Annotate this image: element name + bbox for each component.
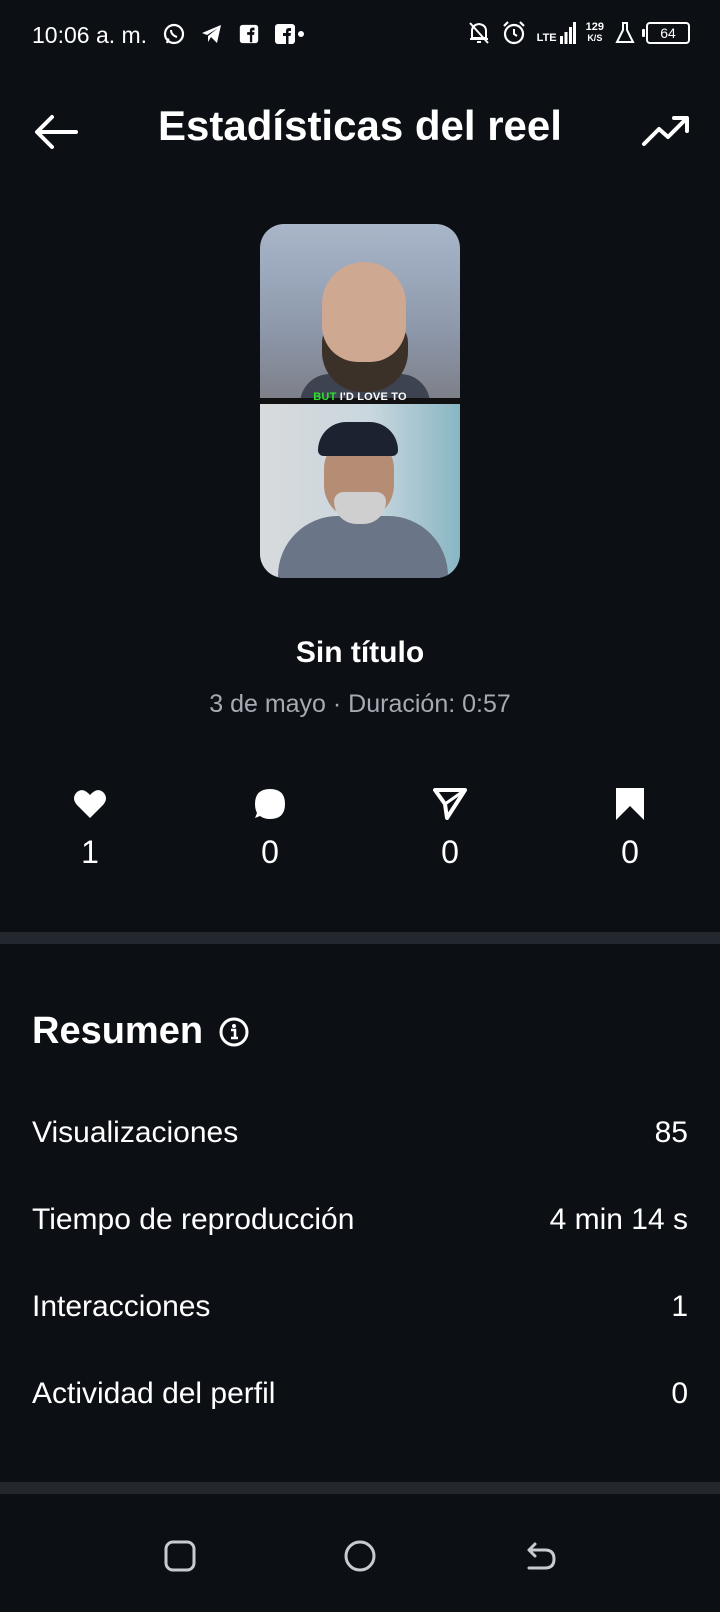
row-value: 4 min 14 s — [549, 1203, 688, 1236]
row-value: 0 — [671, 1377, 688, 1410]
shares-stat: 0 — [410, 786, 490, 871]
row-value: 1 — [671, 1290, 688, 1323]
caption-highlight: BUT — [313, 391, 337, 403]
row-label: Interacciones — [32, 1290, 211, 1323]
recent-apps-icon — [164, 1540, 196, 1572]
section-divider — [0, 1482, 720, 1494]
trend-button[interactable] — [640, 106, 692, 158]
telegram-icon — [202, 25, 221, 43]
engagement-stats: 1 0 0 0 — [0, 786, 720, 896]
status-bar: 10:06 a. m. LTE 129 K/S 64 — [0, 0, 720, 72]
row-label: Actividad del perfil — [32, 1377, 276, 1410]
facebook-dot-icon — [275, 24, 304, 44]
heart-icon — [74, 790, 106, 818]
video-caption: BUT I'D LOVE TO — [260, 391, 460, 403]
system-nav-bar — [0, 1496, 720, 1612]
network-type: LTE — [536, 32, 557, 44]
recent-apps-button[interactable] — [158, 1534, 202, 1578]
person-cap — [318, 422, 398, 456]
likes-stat: 1 — [50, 786, 130, 871]
info-icon[interactable] — [219, 1017, 249, 1047]
thumbnail-top-frame — [260, 224, 460, 404]
app-header: Estadísticas del reel — [0, 80, 720, 180]
summary-title: Resumen — [32, 1010, 204, 1052]
network-indicator: LTE — [537, 22, 576, 44]
row-value: 85 — [654, 1116, 688, 1149]
saves-stat: 0 — [590, 786, 670, 871]
reel-meta: 3 de mayo · Duración: 0:57 — [209, 690, 511, 718]
summary-row-profile-activity[interactable]: Actividad del perfil 0 — [32, 1369, 688, 1419]
net-speed: 129 K/S — [586, 22, 604, 44]
facebook-icon — [239, 24, 259, 44]
row-label: Visualizaciones — [32, 1116, 239, 1149]
signal-icon — [559, 22, 576, 44]
shares-count: 0 — [441, 834, 459, 870]
battery-icon: 64 — [642, 22, 690, 44]
bookmark-icon — [616, 788, 644, 820]
page-title: Estadísticas del reel — [158, 102, 562, 149]
alarm-icon — [502, 21, 525, 45]
likes-count: 1 — [81, 834, 99, 870]
summary-row-interactions[interactable]: Interacciones 1 — [32, 1282, 688, 1332]
status-system-icons: LTE 129 K/S 64 — [467, 20, 690, 46]
net-speed-unit: K/S — [587, 33, 603, 43]
row-label: Tiempo de reproducción — [32, 1203, 355, 1236]
comment-icon — [255, 789, 285, 819]
summary-row-watch-time[interactable]: Tiempo de reproducción 4 min 14 s — [32, 1195, 688, 1245]
thumbnail-bottom-frame — [260, 404, 460, 578]
summary-row-views[interactable]: Visualizaciones 85 — [32, 1108, 688, 1158]
home-circle-icon — [344, 1540, 376, 1572]
reel-thumbnail[interactable]: BUT I'D LOVE TO — [260, 224, 460, 578]
lab-icon — [615, 22, 635, 43]
mute-bell-icon — [468, 22, 489, 44]
status-app-icons — [162, 22, 306, 46]
caption-rest: I'D LOVE TO — [336, 391, 407, 403]
comments-stat: 0 — [230, 786, 310, 871]
summary-header: Resumen — [32, 1010, 249, 1053]
back-nav-icon — [527, 1542, 556, 1570]
comments-count: 0 — [261, 834, 279, 870]
share-icon — [433, 788, 467, 820]
net-speed-value: 129 — [585, 21, 604, 33]
person-hoodie — [278, 516, 448, 578]
home-button[interactable] — [338, 1534, 382, 1578]
section-divider — [0, 932, 720, 944]
trending-up-icon — [642, 116, 689, 146]
status-time: 10:06 a. m. — [32, 22, 148, 48]
person-face — [322, 262, 406, 362]
whatsapp-icon — [163, 23, 185, 45]
reel-title: Sin título — [295, 636, 425, 669]
saves-count: 0 — [621, 834, 639, 870]
back-nav-button[interactable] — [518, 1534, 562, 1578]
